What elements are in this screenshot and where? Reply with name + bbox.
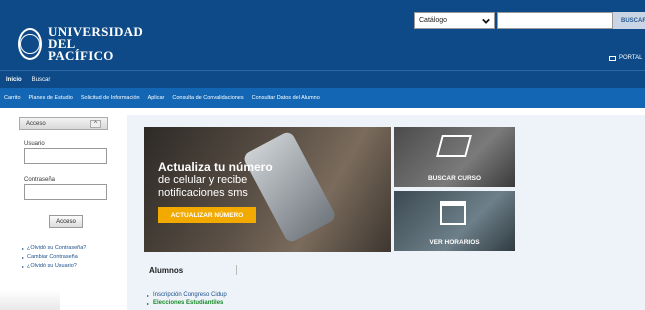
portal-label: PORTAL xyxy=(619,55,643,61)
bullet-icon: ▸ xyxy=(147,292,150,298)
banner-line-2: de celular y recibe xyxy=(158,174,248,186)
elecciones-label: Elecciones Estudiantiles xyxy=(153,300,224,306)
nav-item-carrito[interactable]: Carrito xyxy=(4,95,21,101)
login-sidebar xyxy=(0,108,118,310)
bullet-icon: ▸ xyxy=(22,263,25,269)
secondary-nav: Carrito Planes de Estudio Solicitud de I… xyxy=(0,88,645,108)
acceso-panel-header[interactable]: Acceso ^ xyxy=(19,117,108,130)
divider xyxy=(236,265,237,275)
forgot-password-label: ¿Olvidó su Contraseña? xyxy=(27,245,87,251)
user-label: Usuario xyxy=(24,141,45,147)
password-field[interactable] xyxy=(24,184,107,200)
bottom-shadow xyxy=(0,290,60,310)
password-label: Contraseña xyxy=(24,177,56,183)
ver-horarios-tile[interactable]: VER HORARIOS xyxy=(394,191,515,251)
login-button[interactable]: Acceso xyxy=(49,215,83,228)
catalog-select[interactable]: Catálogo xyxy=(414,12,495,29)
forgot-user-label: ¿Olvidó su Usuario? xyxy=(27,263,77,269)
user-field[interactable] xyxy=(24,148,107,164)
university-logo[interactable]: UNIVERSIDAD DEL PACÍFICO xyxy=(18,24,143,64)
change-password-link[interactable]: ▸ Cambiar Contraseña xyxy=(22,254,86,260)
elecciones-link[interactable]: ▸ Elecciones Estudiantiles xyxy=(147,300,227,306)
site-header: UNIVERSIDAD DEL PACÍFICO Catálogo BUSCAR… xyxy=(0,0,645,70)
phone-image xyxy=(241,129,338,245)
nav-item-convalidaciones[interactable]: Consulta de Convalidaciones xyxy=(172,95,243,101)
book-icon xyxy=(436,135,472,157)
calendar-icon xyxy=(440,201,466,225)
forgot-user-link[interactable]: ▸ ¿Olvidó su Usuario? xyxy=(22,263,86,269)
bullet-icon: ▸ xyxy=(147,300,150,306)
congreso-link[interactable]: ▸ Inscripción Congreso Cidup xyxy=(147,292,227,298)
catalog-select-value: Catálogo xyxy=(419,17,448,24)
alumnos-title: Alumnos xyxy=(149,266,184,275)
nav-item-inicio[interactable]: Inicio xyxy=(6,77,22,83)
nav-item-planes[interactable]: Planes de Estudio xyxy=(29,95,73,101)
alumnos-links: ▸ Inscripción Congreso Cidup ▸ Elecciones … xyxy=(147,292,227,308)
primary-nav: Inicio Buscar xyxy=(0,70,645,88)
chevron-down-icon xyxy=(482,18,490,24)
nav-item-datos-alumno[interactable]: Consultar Datos del Alumno xyxy=(252,95,320,101)
bullet-icon: ▸ xyxy=(22,245,25,251)
collapse-icon[interactable]: ^ xyxy=(90,119,101,128)
banner-line-3: notificaciones sms xyxy=(158,187,248,199)
nav-item-buscar[interactable]: Buscar xyxy=(32,77,51,83)
update-number-button[interactable]: ACTUALIZAR NÚMERO xyxy=(158,207,256,223)
nav-item-aplicar[interactable]: Aplicar xyxy=(148,95,165,101)
search-input[interactable] xyxy=(497,12,613,29)
buscar-curso-tile[interactable]: BUSCAR CURSO xyxy=(394,127,515,187)
portal-link[interactable]: PORTAL xyxy=(609,55,642,61)
promo-banner[interactable]: Actualiza tu número de celular y recibe … xyxy=(144,127,391,252)
logo-line-2: DEL PACÍFICO xyxy=(48,36,114,63)
sidebar-links: ▸ ¿Olvidó su Contraseña? ▸ Cambiar Contras… xyxy=(22,245,86,272)
bullet-icon: ▸ xyxy=(22,254,25,260)
monitor-icon xyxy=(609,55,616,61)
forgot-password-link[interactable]: ▸ ¿Olvidó su Contraseña? xyxy=(22,245,86,251)
logo-text: UNIVERSIDAD DEL PACÍFICO xyxy=(48,25,143,63)
congreso-label: Inscripción Congreso Cidup xyxy=(153,292,227,298)
nav-item-solicitud[interactable]: Solicitud de Información xyxy=(81,95,140,101)
acceso-panel-title: Acceso xyxy=(26,120,46,127)
banner-title: Actualiza tu número xyxy=(158,160,273,174)
search-button[interactable]: BUSCAR xyxy=(613,12,645,29)
ver-horarios-label: VER HORARIOS xyxy=(429,239,480,246)
change-password-label: Cambiar Contraseña xyxy=(27,254,78,260)
buscar-curso-label: BUSCAR CURSO xyxy=(427,175,482,182)
university-seal-icon xyxy=(18,28,42,60)
